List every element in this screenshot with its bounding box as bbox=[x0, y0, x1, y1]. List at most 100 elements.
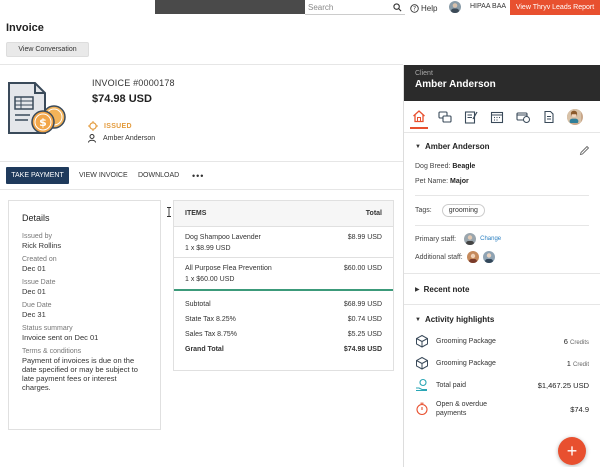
client-panel-header: Client Amber Anderson bbox=[404, 65, 600, 101]
chat-icon bbox=[438, 110, 452, 123]
detail-field: Due Date Dec 31 bbox=[22, 302, 147, 319]
view-conversation-button[interactable]: View Conversation bbox=[6, 42, 89, 57]
activity-title: Activity highlights bbox=[424, 315, 495, 324]
item-qty: 1 x $60.00 USD bbox=[185, 276, 235, 283]
subtotal-label: Subtotal bbox=[185, 301, 211, 308]
caret-down-icon: ▼ bbox=[415, 316, 421, 323]
item-qty: 1 x $8.99 USD bbox=[185, 245, 231, 252]
activity-value: 1 Credit bbox=[566, 358, 589, 368]
tab-calendar[interactable] bbox=[488, 108, 506, 126]
edit-pencil-icon[interactable] bbox=[579, 145, 590, 156]
grand-total-label: Grand Total bbox=[185, 346, 224, 353]
payments-icon bbox=[516, 111, 530, 123]
invoice-number: INVOICE #0000178 bbox=[92, 78, 175, 88]
svg-text:?: ? bbox=[413, 6, 416, 12]
tags-row: Tags: grooming bbox=[415, 204, 589, 217]
client-info-toggle[interactable]: ▼ Amber Anderson bbox=[415, 142, 589, 151]
invoice-document-icon: $ bbox=[8, 82, 66, 134]
list-item: Open & overdue payments $74.9 bbox=[415, 396, 589, 422]
detail-field: Created on Dec 01 bbox=[22, 256, 147, 273]
recent-note-title: Recent note bbox=[423, 284, 470, 294]
change-staff-link[interactable]: Change bbox=[480, 236, 501, 242]
download-button[interactable]: DOWNLOAD bbox=[138, 172, 179, 179]
activity-value: $74.9 bbox=[570, 404, 589, 414]
divider bbox=[0, 64, 403, 65]
items-table: ITEMS Total Dog Shampoo Lavender 1 x $8.… bbox=[173, 200, 394, 371]
activity-name: Total paid bbox=[436, 381, 466, 389]
detail-field: Issue Date Dec 01 bbox=[22, 279, 147, 296]
staff-avatar bbox=[482, 251, 495, 263]
add-fab-button[interactable]: + bbox=[558, 437, 586, 465]
top-dark-band bbox=[155, 0, 305, 14]
column-header-total: Total bbox=[365, 210, 382, 217]
detail-field: Status summary Invoice sent on Dec 01 bbox=[22, 325, 147, 342]
top-bar: Search ? Help HIPAA BAA View Thryv Leads… bbox=[0, 0, 600, 16]
activity-name: Open & overdue payments bbox=[436, 401, 487, 417]
detail-value: Rick Rollins bbox=[22, 241, 62, 250]
tab-conversations[interactable] bbox=[436, 108, 454, 126]
list-item: Grooming Package 1 Credit bbox=[415, 352, 589, 374]
view-leads-report-button[interactable]: View Thryv Leads Report bbox=[510, 0, 600, 15]
search-input[interactable]: Search bbox=[305, 3, 393, 12]
tab-home[interactable] bbox=[410, 105, 428, 129]
tag-chip[interactable]: grooming bbox=[441, 204, 485, 217]
staff-avatar bbox=[464, 233, 477, 245]
items-table-header: ITEMS Total bbox=[174, 201, 393, 227]
tab-documents[interactable] bbox=[540, 108, 558, 126]
detail-label: Created on bbox=[22, 256, 57, 263]
status-badge: ISSUED bbox=[88, 121, 132, 131]
client-info-section: ▼ Amber Anderson Dog Breed: Beagle Pet N… bbox=[404, 142, 600, 263]
activity-toggle[interactable]: ▼ Activity highlights bbox=[415, 315, 589, 324]
help-link[interactable]: ? Help bbox=[410, 2, 437, 14]
activity-name: Grooming Package bbox=[436, 359, 496, 367]
client-panel: Client Amber Anderson ▼ Amber Anderson D… bbox=[403, 65, 600, 467]
detail-label: Due Date bbox=[22, 302, 52, 309]
svg-text:$: $ bbox=[39, 116, 47, 129]
divider bbox=[415, 225, 589, 226]
detail-value: Invoice sent on Dec 01 bbox=[22, 333, 99, 342]
search-box[interactable]: Search bbox=[305, 1, 405, 15]
search-icon[interactable] bbox=[393, 3, 402, 12]
state-tax-value: $0.74 USD bbox=[347, 316, 382, 323]
account-label[interactable]: HIPAA BAA bbox=[470, 3, 506, 10]
staff-avatar bbox=[466, 251, 479, 263]
activity-value: 6 Credits bbox=[563, 336, 589, 346]
dog-breed-value: Beagle bbox=[452, 163, 476, 170]
document-icon bbox=[544, 110, 554, 123]
tab-payments[interactable] bbox=[514, 108, 532, 126]
detail-label: Issue Date bbox=[22, 279, 56, 286]
more-options-icon[interactable]: ••• bbox=[192, 171, 204, 181]
grand-total-value: $74.98 USD bbox=[343, 346, 382, 353]
sales-tax-value: $5.25 USD bbox=[347, 331, 382, 338]
caret-down-icon: ▼ bbox=[415, 143, 421, 150]
help-icon: ? bbox=[410, 3, 419, 13]
take-payment-button[interactable]: TAKE PAYMENT bbox=[6, 167, 69, 184]
table-row: All Purpose Flea Prevention 1 x $60.00 U… bbox=[174, 258, 393, 291]
list-item: Total paid $1,467.25 USD bbox=[415, 374, 589, 396]
view-invoice-button[interactable]: VIEW INVOICE bbox=[79, 172, 128, 179]
detail-label: Status summary bbox=[22, 325, 73, 332]
details-card: Details Issued by Rick Rollins Created o… bbox=[8, 200, 161, 430]
dog-breed-line: Dog Breed: Beagle bbox=[415, 163, 589, 170]
detail-value: Dec 31 bbox=[22, 310, 46, 319]
issued-status-icon bbox=[88, 121, 98, 131]
state-tax-label: State Tax 8.25% bbox=[185, 316, 236, 323]
tags-label: Tags: bbox=[415, 207, 432, 214]
page-title: Invoice bbox=[6, 22, 44, 34]
home-icon bbox=[413, 109, 425, 122]
recent-note-toggle[interactable]: ▶ Recent note bbox=[415, 285, 469, 294]
table-row: Dog Shampoo Lavender 1 x $8.99 USD $8.99… bbox=[174, 227, 393, 258]
money-hand-icon bbox=[416, 378, 427, 392]
invoice-client: Amber Anderson bbox=[88, 134, 155, 143]
detail-value: Dec 01 bbox=[22, 287, 46, 296]
recent-note-section: ▶ Recent note bbox=[404, 274, 600, 304]
tab-notes[interactable] bbox=[462, 108, 480, 126]
status-label: ISSUED bbox=[104, 122, 132, 130]
user-avatar[interactable] bbox=[449, 1, 461, 13]
tab-client-profile[interactable] bbox=[566, 108, 584, 126]
activity-value: $1,467.25 USD bbox=[537, 380, 589, 390]
column-header-items: ITEMS bbox=[185, 210, 207, 217]
grand-total-row: Grand Total $74.98 USD bbox=[174, 342, 393, 357]
pet-name-value: Major bbox=[450, 178, 469, 185]
item-price: $8.99 USD bbox=[347, 234, 382, 241]
